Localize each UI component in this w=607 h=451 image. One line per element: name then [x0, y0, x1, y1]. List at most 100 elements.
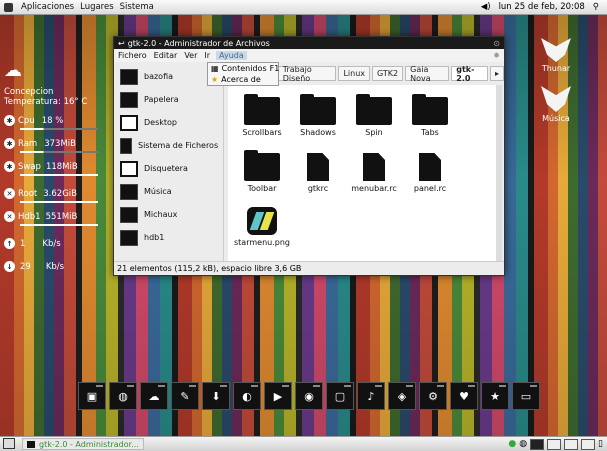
file-name: Toolbar	[247, 184, 277, 193]
window-menu-icon[interactable]: ↩	[118, 39, 125, 48]
vertical-scrollbar[interactable]	[496, 85, 502, 261]
path-scroll-right-button[interactable]: ▸	[489, 66, 504, 81]
file-item[interactable]: Shadows	[288, 94, 348, 137]
dock-item-player-icon[interactable]: ▶	[264, 382, 292, 410]
volume-icon[interactable]: ◀)	[481, 2, 491, 12]
file-item[interactable]: menubar.rc	[344, 153, 404, 193]
folder-icon	[300, 94, 336, 125]
file-item[interactable]: Tabs	[400, 94, 460, 137]
dock-item-editor-icon[interactable]: ✎	[171, 382, 199, 410]
workspace-1[interactable]	[530, 438, 545, 450]
menu-fichero[interactable]: Fichero	[117, 51, 148, 60]
dock-item-music-icon[interactable]: ♪	[357, 382, 385, 410]
sidebar-item-hdb1[interactable]: hdb1	[114, 226, 223, 249]
settings-icon[interactable]: ✹	[493, 51, 500, 60]
download-unit: Kb/s	[45, 261, 65, 272]
desktop-icon-label: Thunar	[541, 64, 571, 73]
taskbar-item-file-manager[interactable]: gtk-2.0 - Administrador...	[22, 438, 144, 450]
file-name: Shadows	[300, 128, 336, 137]
document-icon	[307, 153, 329, 181]
path-button-gtk2[interactable]: GTK2	[372, 66, 404, 81]
path-button-gtk-2-0[interactable]: gtk-2.0	[451, 65, 488, 83]
menu-sistema[interactable]: Sistema	[120, 2, 154, 12]
bottom-panel: gtk-2.0 - Administrador... ● ◍ ▯	[0, 436, 607, 451]
dock-item-ball-icon[interactable]: ◈	[388, 382, 416, 410]
menu-item-contenidos[interactable]: ▦ Contenidos F1	[208, 63, 279, 74]
sidebar-item-michaux[interactable]: Michaux	[114, 203, 223, 226]
window-icon	[27, 440, 35, 448]
menu-lugares[interactable]: Lugares	[80, 2, 114, 12]
hdb-disk-icon: ✕	[4, 211, 15, 222]
sidebar-item-papelera[interactable]: Papelera	[114, 88, 223, 111]
image-file-icon	[247, 207, 277, 235]
desktop-icon-thunar[interactable]: Thunar	[532, 38, 580, 73]
dock-item-heart-icon[interactable]: ♥	[450, 382, 478, 410]
menu-ayuda[interactable]: Ayuda	[216, 51, 247, 60]
sidebar-item-label: hdb1	[144, 233, 165, 242]
sidebar-item-disquetera[interactable]: Disquetera	[114, 157, 223, 180]
folder-icon	[120, 183, 138, 200]
about-star-icon: ★	[211, 75, 219, 84]
path-button-linux[interactable]: Linux	[338, 66, 370, 81]
sidebar-item-desktop[interactable]: Desktop	[114, 111, 223, 134]
conky-monitor: ☁ Concepcion Temperatura: 16° C ✱ Cpu 18 %…	[4, 60, 102, 274]
taskbar-item-label: gtk-2.0 - Administrador...	[39, 439, 139, 449]
floppy-icon	[120, 160, 138, 177]
menu-editar[interactable]: Editar	[153, 51, 179, 60]
menu-ver[interactable]: Ver	[183, 51, 198, 60]
clock[interactable]: lun 25 de feb, 20:08	[499, 2, 585, 12]
sidebar-item-filesystem[interactable]: Sistema de Ficheros	[114, 134, 223, 157]
dock-item-download-icon[interactable]: ⬇	[202, 382, 230, 410]
root-disk-icon: ✕	[4, 188, 15, 199]
download-value: 29	[20, 261, 31, 272]
file-item[interactable]: Spin	[344, 94, 404, 137]
path-button-gaia-nova[interactable]: Gaia Nova	[405, 65, 450, 83]
distro-logo-icon[interactable]	[4, 2, 13, 12]
dock-item-web-icon[interactable]: ◍	[109, 382, 137, 410]
dock-item-finder-icon[interactable]: ▣	[78, 382, 106, 410]
dock-item-disc-icon[interactable]: ◉	[295, 382, 323, 410]
file-view[interactable]: Scrollbars Shadows Spin Tabs Toolbar gtk…	[228, 85, 500, 261]
menu-item-label: Contenidos	[221, 64, 267, 73]
contents-icon: ▦	[211, 64, 219, 73]
file-item[interactable]: starmenu.png	[232, 207, 292, 247]
file-item[interactable]: Scrollbars	[232, 94, 292, 137]
file-item[interactable]: Toolbar	[232, 150, 292, 193]
sidebar-item-label: Sistema de Ficheros	[138, 141, 219, 150]
trash-icon[interactable]: ▯	[598, 439, 603, 449]
path-bar: x Trabajo Diseño Linux GTK2 Gaia Nova gt…	[261, 65, 504, 83]
show-desktop-icon[interactable]	[3, 438, 15, 449]
dock-item-folder-icon[interactable]: ▭	[512, 382, 540, 410]
workspace-3[interactable]	[564, 438, 579, 450]
workspace-switcher: ● ◍ ▯	[508, 438, 603, 450]
cpu-value: 18 %	[41, 115, 64, 126]
menu-item-acerca-de[interactable]: ★ Acerca de	[208, 74, 278, 85]
workspace-4[interactable]	[581, 438, 596, 450]
file-item[interactable]: panel.rc	[400, 153, 460, 193]
dock-item-game-icon[interactable]: ◐	[233, 382, 261, 410]
help-dropdown-menu: ▦ Contenidos F1 ★ Acerca de	[207, 62, 279, 86]
dock-item-settings-icon[interactable]: ⚙	[419, 382, 447, 410]
path-button-trabajo-diseno[interactable]: Trabajo Diseño	[277, 65, 337, 83]
dock-item-chat-icon[interactable]: ☁	[140, 382, 168, 410]
file-item[interactable]: gtkrc	[288, 153, 348, 193]
workspace-2[interactable]	[547, 438, 562, 450]
folder-icon	[244, 150, 280, 181]
dock: ▣ ◍ ☁ ✎ ⬇ ◐ ▶ ◉ ▢ ♪ ◈ ⚙ ♥ ★ ▭	[78, 382, 540, 410]
hdb-value: 551MiB	[45, 211, 78, 222]
sidebar-item-label: Música	[144, 187, 172, 196]
sidebar-item-musica[interactable]: Música	[114, 180, 223, 203]
desktop-icon-musica[interactable]: Música	[532, 86, 580, 123]
menu-ir[interactable]: Ir	[203, 51, 211, 60]
window-close-icon[interactable]: ⊙	[493, 39, 500, 48]
search-icon[interactable]: ⚲	[593, 2, 599, 12]
dock-item-chat2-icon[interactable]: ▢	[326, 382, 354, 410]
dock-item-star-icon[interactable]: ★	[481, 382, 509, 410]
sidebar-item-label: bazofia	[144, 72, 174, 81]
sidebar-item-label: Michaux	[144, 210, 178, 219]
window-titlebar[interactable]: ↩ gtk-2.0 - Administrador de Archivos ⊙	[114, 37, 504, 49]
menu-aplicaciones[interactable]: Aplicaciones	[21, 2, 74, 12]
sidebar-item-label: Papelera	[144, 95, 179, 104]
file-name: menubar.rc	[351, 184, 397, 193]
home-icon	[120, 68, 138, 85]
